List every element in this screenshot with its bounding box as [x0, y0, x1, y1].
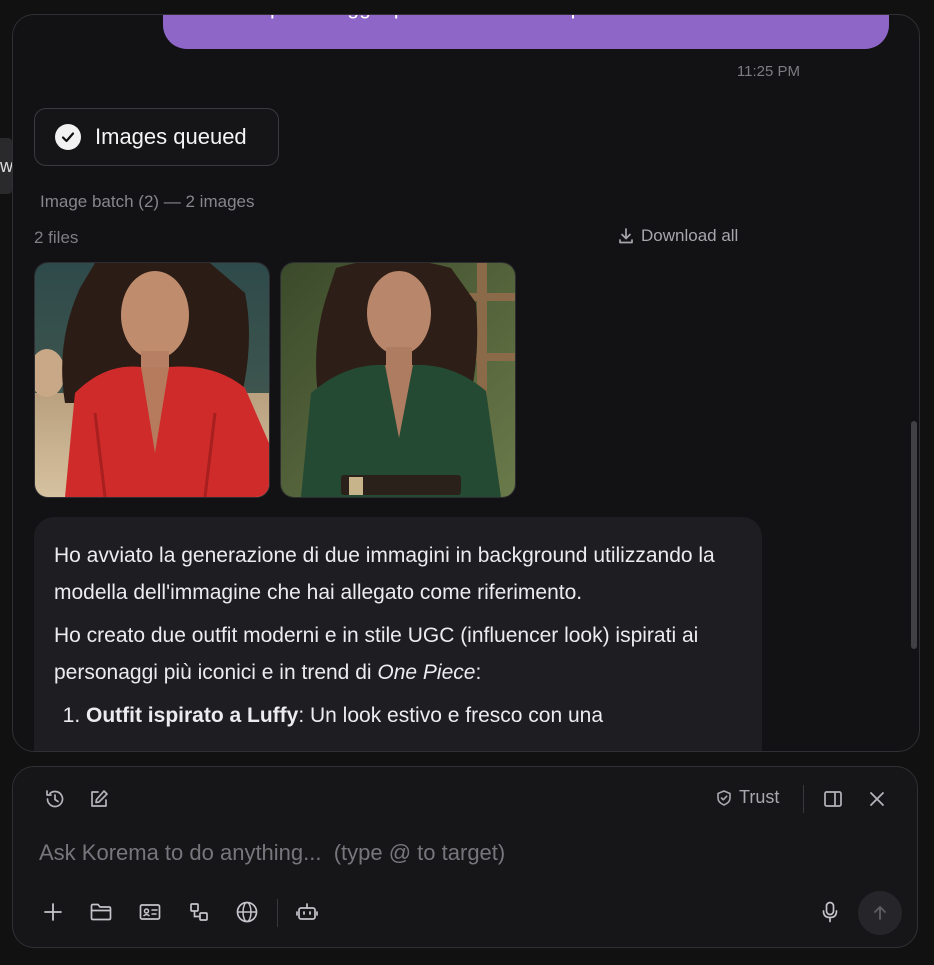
- composer-panel: Trust: [12, 766, 918, 948]
- user-message-text: base del personaggio più in trend di one…: [183, 15, 628, 23]
- download-all-label: Download all: [641, 226, 739, 245]
- generated-image-green-outfit[interactable]: [280, 262, 516, 498]
- prompt-input[interactable]: [37, 835, 841, 871]
- send-button[interactable]: [858, 891, 902, 935]
- sidebar-toggle-icon[interactable]: [817, 783, 849, 815]
- user-message-bubble: base del personaggio più in trend di one…: [163, 15, 889, 49]
- assistant-paragraph: Ho avviato la generazione di due immagin…: [54, 544, 715, 604]
- side-edge-tab-label: w: [0, 156, 12, 176]
- download-icon: [619, 228, 633, 244]
- chat-scrollbar[interactable]: [911, 421, 917, 649]
- bot-icon[interactable]: [291, 896, 323, 928]
- images-queued-label: Images queued: [95, 124, 247, 149]
- send-arrow-icon: [874, 906, 886, 920]
- image-batch-title: Image batch (2) — 2 images: [40, 192, 255, 211]
- assistant-message-text: Ho avviato la generazione di due immagin…: [54, 537, 744, 734]
- assistant-emphasis: One Piece: [377, 661, 476, 684]
- edit-icon[interactable]: [83, 783, 115, 815]
- list-item-text: : Un look estivo e fresco con una: [298, 704, 603, 727]
- assistant-message-bubble: Ho avviato la generazione di due immagin…: [34, 517, 762, 751]
- close-icon[interactable]: [861, 783, 893, 815]
- contact-card-icon[interactable]: [134, 896, 166, 928]
- shield-icon: [717, 789, 731, 806]
- files-count: 2 files: [34, 228, 79, 247]
- images-queued-status: Images queued: [34, 108, 279, 166]
- folder-icon[interactable]: [85, 896, 117, 928]
- microphone-icon[interactable]: [814, 896, 846, 928]
- toolbar-divider: [803, 785, 804, 813]
- assistant-paragraph-colon: :: [475, 661, 482, 684]
- check-circle-icon: [55, 124, 81, 150]
- globe-icon[interactable]: [231, 896, 263, 928]
- image-red-outfit-illustration: [35, 263, 269, 497]
- trust-button[interactable]: Trust: [715, 787, 779, 808]
- assistant-paragraph: Ho creato due outfit moderni e in stile …: [54, 617, 744, 691]
- history-icon[interactable]: [39, 783, 71, 815]
- assistant-list-item: Outfit ispirato a Luffy: Un look estivo …: [86, 697, 744, 734]
- list-item-title: Outfit ispirato a Luffy: [86, 704, 299, 727]
- message-timestamp: 11:25 PM: [736, 63, 800, 80]
- toolbar-divider: [277, 899, 278, 927]
- assistant-list: Outfit ispirato a Luffy: Un look estivo …: [54, 697, 744, 734]
- image-green-outfit-illustration: [281, 263, 515, 497]
- generated-image-red-outfit[interactable]: [34, 262, 270, 498]
- download-all-button[interactable]: Download all: [617, 226, 738, 246]
- shapes-icon[interactable]: [183, 896, 215, 928]
- plus-icon[interactable]: [37, 896, 69, 928]
- chat-panel: base del personaggio più in trend di one…: [12, 14, 920, 752]
- trust-label: Trust: [739, 787, 780, 807]
- side-edge-tab[interactable]: w: [0, 138, 12, 194]
